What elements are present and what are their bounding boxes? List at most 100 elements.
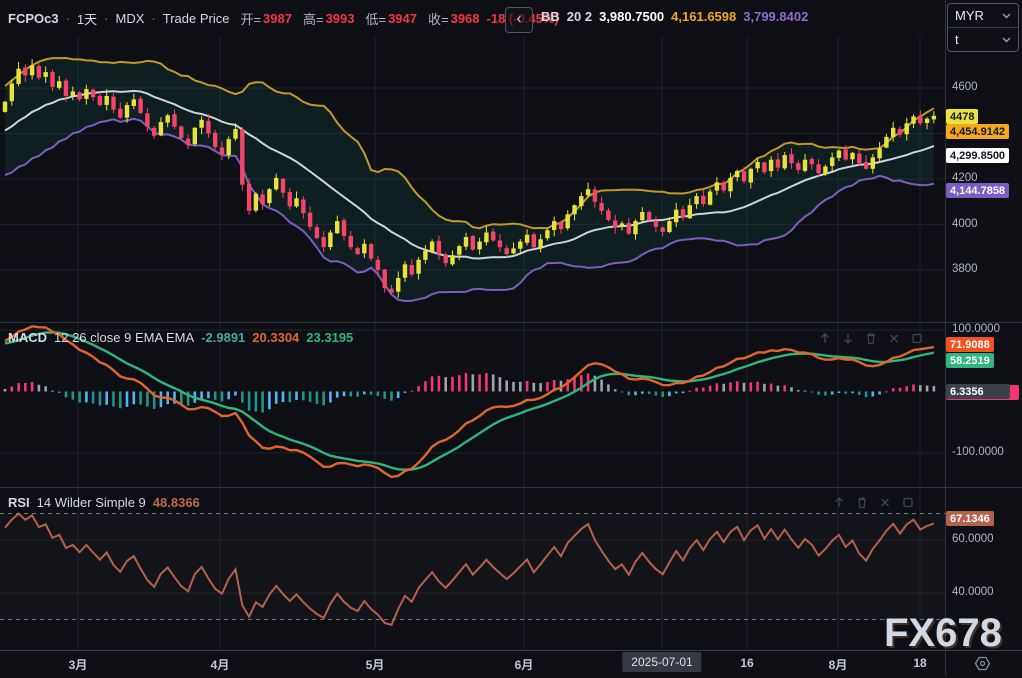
macd-title[interactable]: MACD	[8, 330, 47, 345]
candle	[593, 190, 597, 202]
bb-title[interactable]: BB	[541, 9, 560, 24]
candle	[552, 221, 556, 230]
candle	[491, 232, 495, 241]
candle	[762, 162, 766, 172]
time-axis-border	[0, 650, 1022, 651]
crosshair-date-badge: 2025-07-01	[622, 652, 701, 672]
candle	[240, 129, 244, 184]
candle	[925, 119, 929, 123]
open-value: 3987	[263, 11, 292, 26]
time-tick-label: 8月	[829, 656, 848, 673]
time-tick-label: 6月	[515, 656, 534, 673]
candle	[911, 116, 915, 123]
candle	[118, 109, 122, 118]
candle	[376, 260, 380, 270]
candle	[498, 240, 502, 247]
candle	[410, 265, 414, 275]
price-badge: 4,299.8500	[946, 148, 1009, 163]
candle	[247, 184, 251, 211]
series-type-label: Trade Price	[163, 11, 230, 26]
close-pane-icon[interactable]	[887, 331, 901, 346]
candle	[125, 105, 129, 118]
macd-lines	[5, 326, 934, 477]
candle	[179, 126, 183, 138]
candle	[44, 72, 48, 77]
candle	[742, 171, 746, 181]
candle	[823, 167, 827, 175]
close-pane-icon[interactable]	[878, 495, 892, 510]
candle	[884, 137, 888, 148]
candle	[227, 139, 231, 155]
candle	[722, 182, 726, 190]
unit-dropdown[interactable]: t	[948, 27, 1018, 51]
candle	[159, 122, 163, 135]
candle	[437, 241, 441, 254]
candle	[857, 154, 861, 164]
pane-separator-rsi[interactable]	[0, 487, 1022, 488]
candle	[3, 102, 7, 112]
candle	[525, 235, 529, 243]
candle	[220, 147, 224, 154]
delete-pane-icon[interactable]	[864, 331, 878, 346]
move-pane-up-icon[interactable]	[832, 495, 846, 510]
candle	[667, 221, 671, 232]
candle	[50, 72, 54, 87]
candle	[566, 214, 570, 228]
candle	[91, 90, 95, 98]
maximize-pane-icon[interactable]	[910, 331, 924, 346]
exchange-label: MDX	[116, 11, 145, 26]
price-badge: 4478	[946, 109, 978, 124]
candle	[579, 196, 583, 206]
symbol-legend: FCPOc3 · 1天 · MDX · Trade Price 开=3987 高…	[8, 9, 559, 28]
candle	[383, 270, 387, 289]
rsi-value: 48.8366	[153, 495, 200, 510]
move-pane-down-icon[interactable]	[841, 331, 855, 346]
symbol-name[interactable]: FCPOc3	[8, 11, 59, 26]
interval-label[interactable]: 1天	[77, 9, 97, 28]
candle	[518, 242, 522, 249]
hexagon-settings-icon[interactable]	[973, 654, 992, 678]
rsi-legend: RSI 14 Wilder Simple 9 48.8366	[8, 495, 200, 510]
high-label: 高=	[303, 9, 324, 28]
candle	[891, 128, 895, 137]
candle	[688, 205, 692, 218]
candle	[23, 68, 27, 76]
candle	[138, 99, 142, 113]
candle	[396, 278, 400, 292]
candle	[572, 205, 576, 214]
candle	[905, 123, 909, 134]
price-badge: 4,454.9142	[946, 124, 1009, 139]
time-tick-label: 3月	[69, 656, 88, 673]
macd-hist-value: -2.9891	[201, 330, 245, 345]
pane-separator-macd[interactable]	[0, 322, 1022, 323]
candle	[715, 182, 719, 190]
candle	[369, 244, 373, 259]
candle	[342, 220, 346, 236]
low-value: 3947	[388, 11, 417, 26]
currency-dropdown[interactable]: MYR	[948, 4, 1018, 27]
candle	[193, 128, 197, 144]
move-pane-up-icon[interactable]	[818, 331, 832, 346]
candle	[816, 164, 820, 173]
candle	[613, 220, 617, 228]
candle	[423, 251, 427, 260]
price-tick-label: 4000	[952, 218, 978, 230]
candle	[281, 179, 285, 193]
candle	[871, 157, 875, 168]
candle	[464, 237, 468, 247]
maximize-pane-icon[interactable]	[901, 495, 915, 510]
legend-collapse-button[interactable]: ‹	[505, 7, 533, 33]
macd-badge: 6.3356	[946, 384, 1010, 399]
candle	[416, 260, 420, 274]
rsi-title[interactable]: RSI	[8, 495, 30, 510]
candle	[328, 233, 332, 248]
close-label: 收=	[428, 9, 449, 28]
candle	[71, 91, 75, 96]
currency-value: MYR	[955, 8, 984, 23]
candle	[844, 149, 848, 159]
trading-chart-app: FCPOc3 · 1天 · MDX · Trade Price 开=3987 高…	[0, 0, 1022, 676]
delete-pane-icon[interactable]	[855, 495, 869, 510]
candle	[111, 97, 115, 110]
bb-upper-value: 4,161.6598	[671, 9, 736, 24]
candle	[877, 148, 881, 158]
